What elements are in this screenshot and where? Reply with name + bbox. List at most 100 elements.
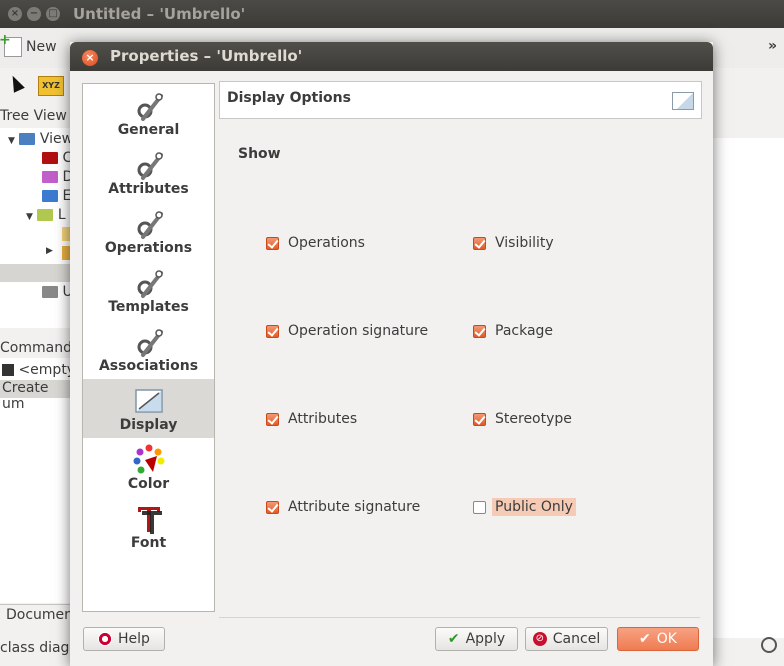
main-window-title: Untitled – 'Umbrello' [73, 5, 246, 23]
checkbox-icon [266, 324, 279, 338]
checkbox-icon [473, 500, 486, 514]
page-item-associations[interactable]: Associations [83, 320, 214, 379]
page-item-label: Associations [98, 358, 199, 374]
show-group-label: Show [238, 146, 281, 162]
diagram-canvas[interactable] [712, 138, 784, 638]
page-item-label: Attributes [108, 181, 189, 197]
tree-row-selected[interactable] [0, 264, 70, 282]
checkbox-label: Attribute signature [288, 499, 421, 515]
page-item-label: Operations [104, 240, 193, 256]
folder-icon [42, 152, 58, 164]
display-icon [672, 92, 694, 110]
page-item-label: General [117, 122, 180, 138]
page-header: Display Options [219, 81, 702, 119]
wrench-gear-icon [137, 329, 163, 357]
tree-row-views[interactable]: ▼ View [8, 131, 73, 147]
close-window-button[interactable]: × [8, 7, 22, 21]
folder-icon [19, 133, 36, 145]
tree-row[interactable]: ▼ L [26, 207, 66, 223]
main-window-titlebar: × − □ Untitled – 'Umbrello' [0, 0, 784, 28]
folder-icon [42, 171, 58, 183]
font-icon [138, 507, 162, 534]
cancel-icon: ⊘ [532, 632, 547, 646]
page-item-attributes[interactable]: Attributes [83, 143, 214, 202]
folder-icon [42, 190, 58, 202]
tree-row[interactable]: U [42, 284, 73, 300]
select-arrow-icon[interactable] [7, 73, 25, 93]
toolbar-overflow-button[interactable]: » [768, 38, 777, 54]
zoom-icon[interactable] [761, 637, 777, 653]
page-item-label: Templates [108, 299, 189, 315]
page-header-title: Display Options [227, 90, 351, 106]
save-icon [2, 364, 14, 376]
ok-button-label: OK [656, 631, 677, 647]
wrench-gear-icon [137, 152, 163, 180]
checkbox-label: Package [495, 323, 554, 339]
stereotype-checkbox[interactable]: Stereotype [473, 408, 572, 430]
wrench-gear-icon [137, 270, 163, 298]
check-icon: ✔ [639, 631, 651, 647]
help-button-label: Help [118, 631, 150, 647]
command-history-label: Command [0, 340, 72, 356]
tree-row[interactable]: C [42, 150, 72, 166]
minimize-window-button[interactable]: − [27, 7, 41, 21]
attribute-signature-checkbox[interactable]: Attribute signature [266, 496, 420, 518]
page-item-color[interactable]: Color [83, 438, 214, 497]
new-document-icon [0, 32, 22, 57]
new-button[interactable]: New [0, 32, 57, 58]
checkbox-icon [266, 236, 279, 250]
documentation-tab[interactable]: Documen [0, 604, 73, 626]
operations-checkbox[interactable]: Operations [266, 232, 365, 254]
checkbox-label: Public Only [492, 498, 576, 516]
help-button[interactable]: Help [83, 627, 165, 651]
command-row[interactable]: <empty [2, 362, 75, 378]
page-item-label: Font [130, 535, 167, 551]
page-item-templates[interactable]: Templates [83, 261, 214, 320]
maximize-window-button[interactable]: □ [46, 7, 60, 21]
apply-button[interactable]: ✔ Apply [435, 627, 518, 651]
tree-view-label: Tree View [0, 108, 67, 124]
folder-icon [42, 286, 58, 298]
status-text: class diagr [0, 640, 76, 656]
checkbox-label: Operation signature [288, 323, 429, 339]
color-palette-icon [133, 444, 165, 474]
cancel-button-label: Cancel [552, 631, 601, 647]
checkbox-icon [266, 412, 279, 426]
close-dialog-button[interactable]: × [82, 50, 98, 66]
folder-icon [62, 246, 70, 260]
page-item-label: Color [127, 476, 170, 492]
package-checkbox[interactable]: Package [473, 320, 553, 342]
properties-dialog: × Properties – 'Umbrello' General Attrib… [70, 42, 713, 666]
xyz-tool-icon[interactable]: XYZ [38, 76, 64, 96]
page-item-general[interactable]: General [83, 84, 214, 143]
command-row-selected[interactable]: Create um [0, 380, 70, 412]
operation-signature-checkbox[interactable]: Operation signature [266, 320, 428, 342]
checkbox-icon [266, 500, 279, 514]
page-item-display[interactable]: Display [83, 379, 214, 438]
checkbox-label: Stereotype [495, 411, 572, 427]
new-button-label: New [26, 39, 57, 55]
tree-row[interactable]: E [42, 188, 71, 204]
checkbox-icon [473, 324, 486, 338]
help-icon [98, 632, 113, 646]
divider [219, 617, 700, 618]
checkbox-label: Attributes [288, 411, 358, 427]
display-icon [135, 389, 163, 413]
visibility-checkbox[interactable]: Visibility [473, 232, 554, 254]
public-only-checkbox[interactable]: Public Only [473, 496, 576, 518]
tree-row[interactable]: D [42, 169, 73, 185]
wrench-gear-icon [137, 93, 163, 121]
checkbox-icon [473, 412, 486, 426]
page-item-operations[interactable]: Operations [83, 202, 214, 261]
ok-button[interactable]: ✔ OK [617, 627, 699, 651]
check-icon: ✔ [447, 631, 460, 647]
checkbox-icon [473, 236, 486, 250]
expand-arrow-icon[interactable]: ▶ [46, 246, 53, 262]
cancel-button[interactable]: ⊘ Cancel [525, 627, 608, 651]
wrench-gear-icon [137, 211, 163, 239]
checkbox-label: Operations [288, 235, 365, 251]
page-item-font[interactable]: Font [83, 497, 214, 556]
apply-button-label: Apply [465, 631, 506, 647]
folder-icon [37, 209, 54, 221]
attributes-checkbox[interactable]: Attributes [266, 408, 357, 430]
